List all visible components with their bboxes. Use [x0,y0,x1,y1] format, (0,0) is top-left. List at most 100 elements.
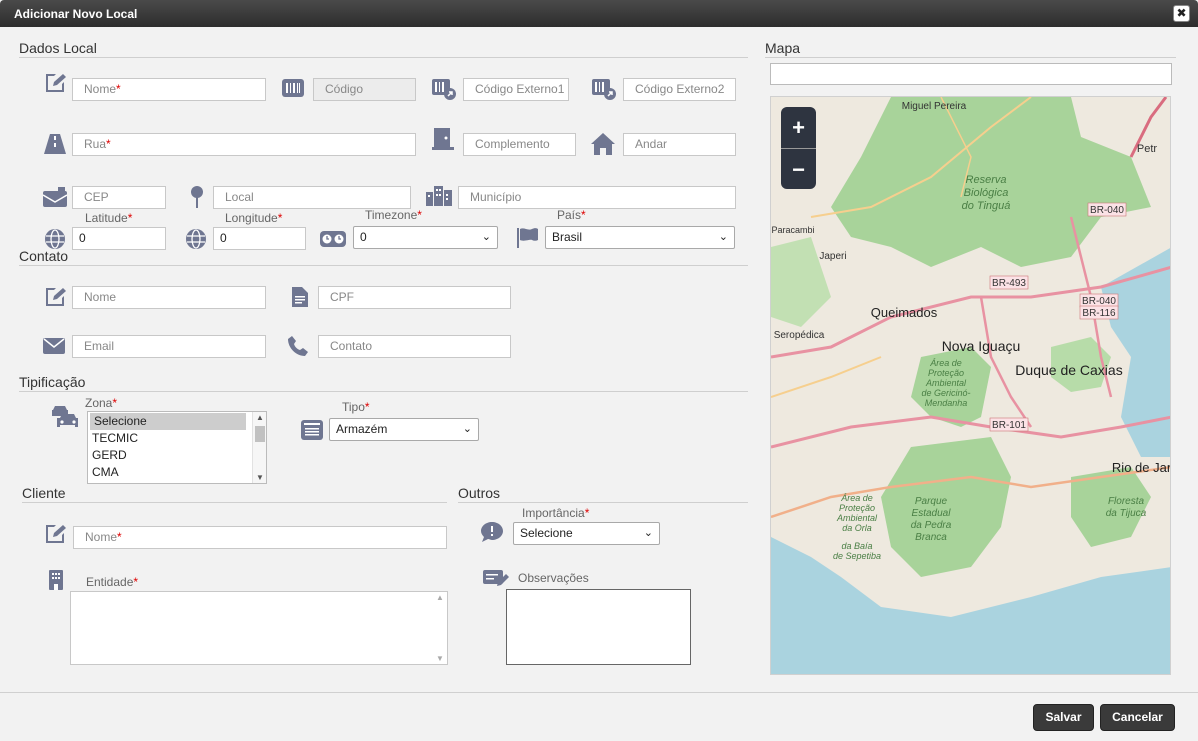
scroll-up-icon[interactable]: ▲ [256,413,264,422]
codigo-input[interactable]: Código [313,78,416,101]
scroll-down-icon[interactable]: ▼ [256,473,264,482]
zoom-in-button[interactable]: + [781,107,816,148]
road-shield: BR-101 [989,417,1029,432]
map-place-label: de Gericinó- [921,388,970,398]
zona-listbox[interactable]: Selecione TECMIC GERD CMA ▲ ▼ [87,411,267,484]
importancia-select[interactable]: Selecione ⌄ [513,522,660,545]
pais-select[interactable]: Brasil ⌄ [545,226,735,249]
barcode-external-icon [592,79,616,101]
map-place-label: Queimados [871,305,938,320]
scroll-up-icon[interactable]: ▲ [436,593,444,602]
email-input[interactable]: Email [72,335,266,358]
zona-scrollbar[interactable]: ▲ ▼ [252,412,266,483]
local-input[interactable]: Local [213,186,411,209]
barcode-icon [282,79,304,97]
city-icon [426,186,452,206]
svg-text:BR-116: BR-116 [1082,308,1116,319]
map-place-label: do Tinguá [962,200,1011,212]
cpf-input[interactable]: CPF [318,286,511,309]
zona-option[interactable]: CMA [88,464,266,481]
latitude-input[interactable]: 0 [72,227,166,250]
section-divider [458,502,748,503]
map-place-label: da Pedra [911,520,952,531]
contato-nome-input[interactable]: Nome [72,286,266,309]
edit-icon [45,524,67,544]
note-edit-icon [483,570,509,588]
tipo-select[interactable]: Armazém ⌄ [329,418,479,441]
municipio-input[interactable]: Município [458,186,736,209]
contato-input[interactable]: Contato [318,335,511,358]
latitude-label: Latitude* [85,211,133,225]
road-icon [44,134,66,154]
chevron-down-icon: ⌄ [462,423,472,435]
section-divider [19,391,748,392]
section-divider [19,57,748,58]
road-shield: BR-040 [1079,293,1119,308]
map-place-label: Japeri [819,251,846,262]
footer-divider [0,692,1198,693]
timezone-select[interactable]: 0 ⌄ [353,226,498,249]
map-view[interactable]: Miguel Pereira Petr Reserva Biológica do Tin… [770,96,1171,675]
dialog-titlebar: Adicionar Novo Local ✖ [0,0,1198,27]
clock-icon [320,229,346,247]
edit-icon [45,287,67,307]
scroll-thumb[interactable] [255,426,265,442]
cancel-button[interactable]: Cancelar [1100,704,1175,731]
road-shield: BR-116 [1079,305,1119,320]
codigo-externo2-input[interactable]: Código Externo2 [623,78,736,101]
map-place-label: Rio de Jan [1112,460,1171,475]
entidade-label: Entidade* [86,575,139,589]
cliente-nome-input[interactable]: Nome* [73,526,447,549]
nome-input[interactable]: Nome* [72,78,266,101]
map-place-label: de Sepetiba [833,551,881,561]
map-tiles: Miguel Pereira Petr ReservaBiológicado Tin… [771,97,1171,674]
zona-option[interactable]: TECMIC [88,430,266,447]
svg-text:BR-101: BR-101 [992,420,1026,431]
map-place-label: Biológica [964,187,1009,199]
observacoes-textarea[interactable] [506,589,691,665]
home-icon [591,133,615,155]
pais-label: País* [557,208,586,222]
zona-option[interactable]: Selecione [90,413,246,430]
map-place-label: Nova Iguaçu [942,338,1021,354]
cep-input[interactable]: CEP [72,186,166,209]
map-pin-icon [190,186,204,208]
map-place-label: Paracambi [771,225,814,235]
phone-icon [288,336,308,356]
map-place-label: Área de [840,493,873,503]
zona-option[interactable]: GERD [88,447,266,464]
entidade-textarea[interactable]: ▲ ▼ [70,591,448,665]
codigo-externo1-input[interactable]: Código Externo1 [463,78,569,101]
section-tipificacao: Tipificação [19,374,86,390]
save-button[interactable]: Salvar [1033,704,1094,731]
map-place-label: Branca [915,532,947,543]
globe-icon [186,229,206,249]
map-place-label: Seropédica [774,330,825,341]
map-place-label: Estadual [912,508,952,519]
timezone-label: Timezone* [365,208,422,222]
longitude-input[interactable]: 0 [213,227,306,250]
close-button[interactable]: ✖ [1173,5,1190,22]
zoom-control: + − [781,107,816,189]
cars-icon [51,406,79,428]
importancia-label: Importância* [522,506,590,520]
entidade-scrollbar[interactable]: ▲ ▼ [433,592,447,664]
complemento-input[interactable]: Complemento [463,133,576,156]
door-icon [432,128,454,150]
map-place-label: Reserva [966,174,1007,186]
edit-icon [45,73,67,93]
map-search-input[interactable] [770,63,1172,85]
map-place-label: Mendanha [925,398,968,408]
chevron-down-icon: ⌄ [481,231,491,243]
section-outros: Outros [458,485,501,501]
barcode-external-icon [432,79,456,101]
map-place-label: da Baía [841,541,872,551]
map-place-label: Petr [1137,143,1158,155]
svg-text:BR-040: BR-040 [1082,296,1116,307]
rua-input[interactable]: Rua* [72,133,416,156]
zoom-out-button[interactable]: − [781,149,816,190]
road-shield: BR-493 [989,275,1029,290]
scroll-down-icon[interactable]: ▼ [436,654,444,663]
andar-input[interactable]: Andar [623,133,736,156]
building-icon [49,570,63,590]
